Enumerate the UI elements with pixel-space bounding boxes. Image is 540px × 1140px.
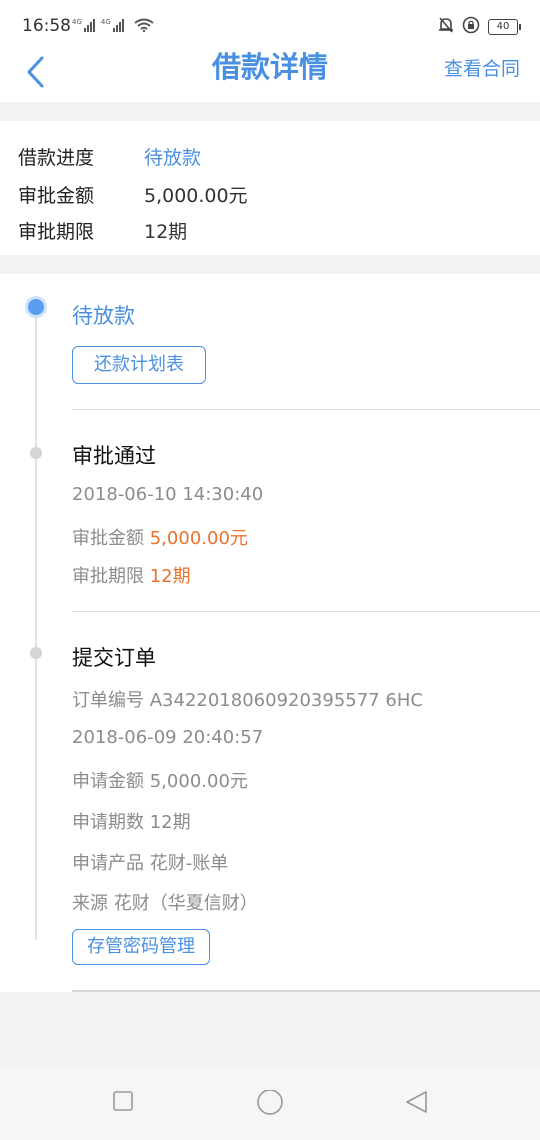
loan-summary: 借款进度 待放款 审批金额 5,000.00元 审批期限 12期 xyxy=(0,121,540,255)
amount-value: 5,000.00元 xyxy=(144,185,248,207)
nav-bar: 借款详情 查看合同 xyxy=(0,48,540,102)
progress-row: 借款进度 待放款 xyxy=(18,143,201,170)
back-nav-button[interactable] xyxy=(404,1090,430,1120)
apply-amount-row: 申请金额 5,000.00元 xyxy=(72,767,248,793)
timeline-line xyxy=(35,308,37,940)
mute-bell-icon xyxy=(438,16,454,38)
square-icon xyxy=(113,1091,133,1111)
submitted-time: 2018-06-09 20:40:57 xyxy=(72,727,264,748)
apply-product-row: 申请产品 花财-账单 xyxy=(72,849,228,875)
apply-periods-value: 12期 xyxy=(149,812,191,833)
source-row: 来源 花财（华夏信财） xyxy=(72,889,258,915)
approved-title: 审批通过 xyxy=(72,444,156,468)
order-number-row: 订单编号 A3422018060920395577 6HC xyxy=(72,686,423,712)
apply-amount-label: 申请金额 xyxy=(72,771,144,792)
triangle-back-icon xyxy=(406,1091,427,1113)
battery-icon: 40 xyxy=(488,19,521,35)
home-button[interactable] xyxy=(256,1089,284,1122)
approved-amount-value: 5,000.00元 xyxy=(149,528,248,549)
signal-icon: 4G xyxy=(101,18,124,32)
approved-term-label: 审批期限 xyxy=(72,566,144,587)
term-label: 审批期限 xyxy=(18,221,95,243)
term-row: 审批期限 12期 xyxy=(18,217,187,244)
apply-periods-label: 申请期数 xyxy=(72,812,144,833)
network-type-label: 4G xyxy=(100,18,111,26)
lock-rotation-icon xyxy=(462,16,480,38)
approved-term-row: 审批期限 12期 xyxy=(72,562,191,588)
custody-password-button[interactable]: 存管密码管理 xyxy=(72,929,210,965)
status-bar: 16:58 4G 4G 40 xyxy=(0,0,540,48)
timeline-dot xyxy=(30,447,42,459)
amount-label: 审批金额 xyxy=(18,185,95,207)
current-status: 待放款 xyxy=(72,304,135,328)
source-label: 来源 xyxy=(72,893,108,914)
wifi-icon xyxy=(134,18,154,32)
divider xyxy=(72,409,540,410)
divider xyxy=(72,990,540,992)
progress-label: 借款进度 xyxy=(18,147,95,169)
loan-timeline: 待放款 还款计划表 审批通过 2018-06-10 14:30:40 审批金额 … xyxy=(0,274,540,992)
approved-amount-row: 审批金额 5,000.00元 xyxy=(72,524,248,550)
repayment-schedule-button[interactable]: 还款计划表 xyxy=(72,346,206,384)
apply-periods-row: 申请期数 12期 xyxy=(72,808,191,834)
amount-row: 审批金额 5,000.00元 xyxy=(18,181,248,208)
network-type-label: 4G xyxy=(72,18,82,26)
timeline-dot xyxy=(30,647,42,659)
system-nav-bar xyxy=(0,1068,540,1140)
recent-apps-button[interactable] xyxy=(112,1090,134,1116)
approved-amount-label: 审批金额 xyxy=(72,528,144,549)
signal-icon: 4G xyxy=(72,18,95,32)
apply-product-label: 申请产品 xyxy=(72,853,144,874)
apply-amount-value: 5,000.00元 xyxy=(149,771,248,792)
view-contract-link[interactable]: 查看合同 xyxy=(444,54,520,81)
status-time: 16:58 xyxy=(22,16,71,36)
circle-icon xyxy=(257,1089,283,1115)
status-right: 40 xyxy=(438,16,521,38)
timeline-dot-active xyxy=(25,296,47,318)
approved-term-value: 12期 xyxy=(149,566,191,587)
divider xyxy=(72,611,540,612)
submitted-title: 提交订单 xyxy=(72,646,156,670)
status-indicators: 4G 4G xyxy=(72,18,154,32)
apply-product-value: 花财-账单 xyxy=(149,853,229,874)
order-number-value: A3422018060920395577 6HC xyxy=(149,690,423,711)
progress-value: 待放款 xyxy=(144,147,202,169)
approved-time: 2018-06-10 14:30:40 xyxy=(72,484,264,505)
order-number-label: 订单编号 xyxy=(72,690,144,711)
term-value: 12期 xyxy=(144,221,188,243)
source-value: 花财（华夏信财） xyxy=(113,893,258,914)
